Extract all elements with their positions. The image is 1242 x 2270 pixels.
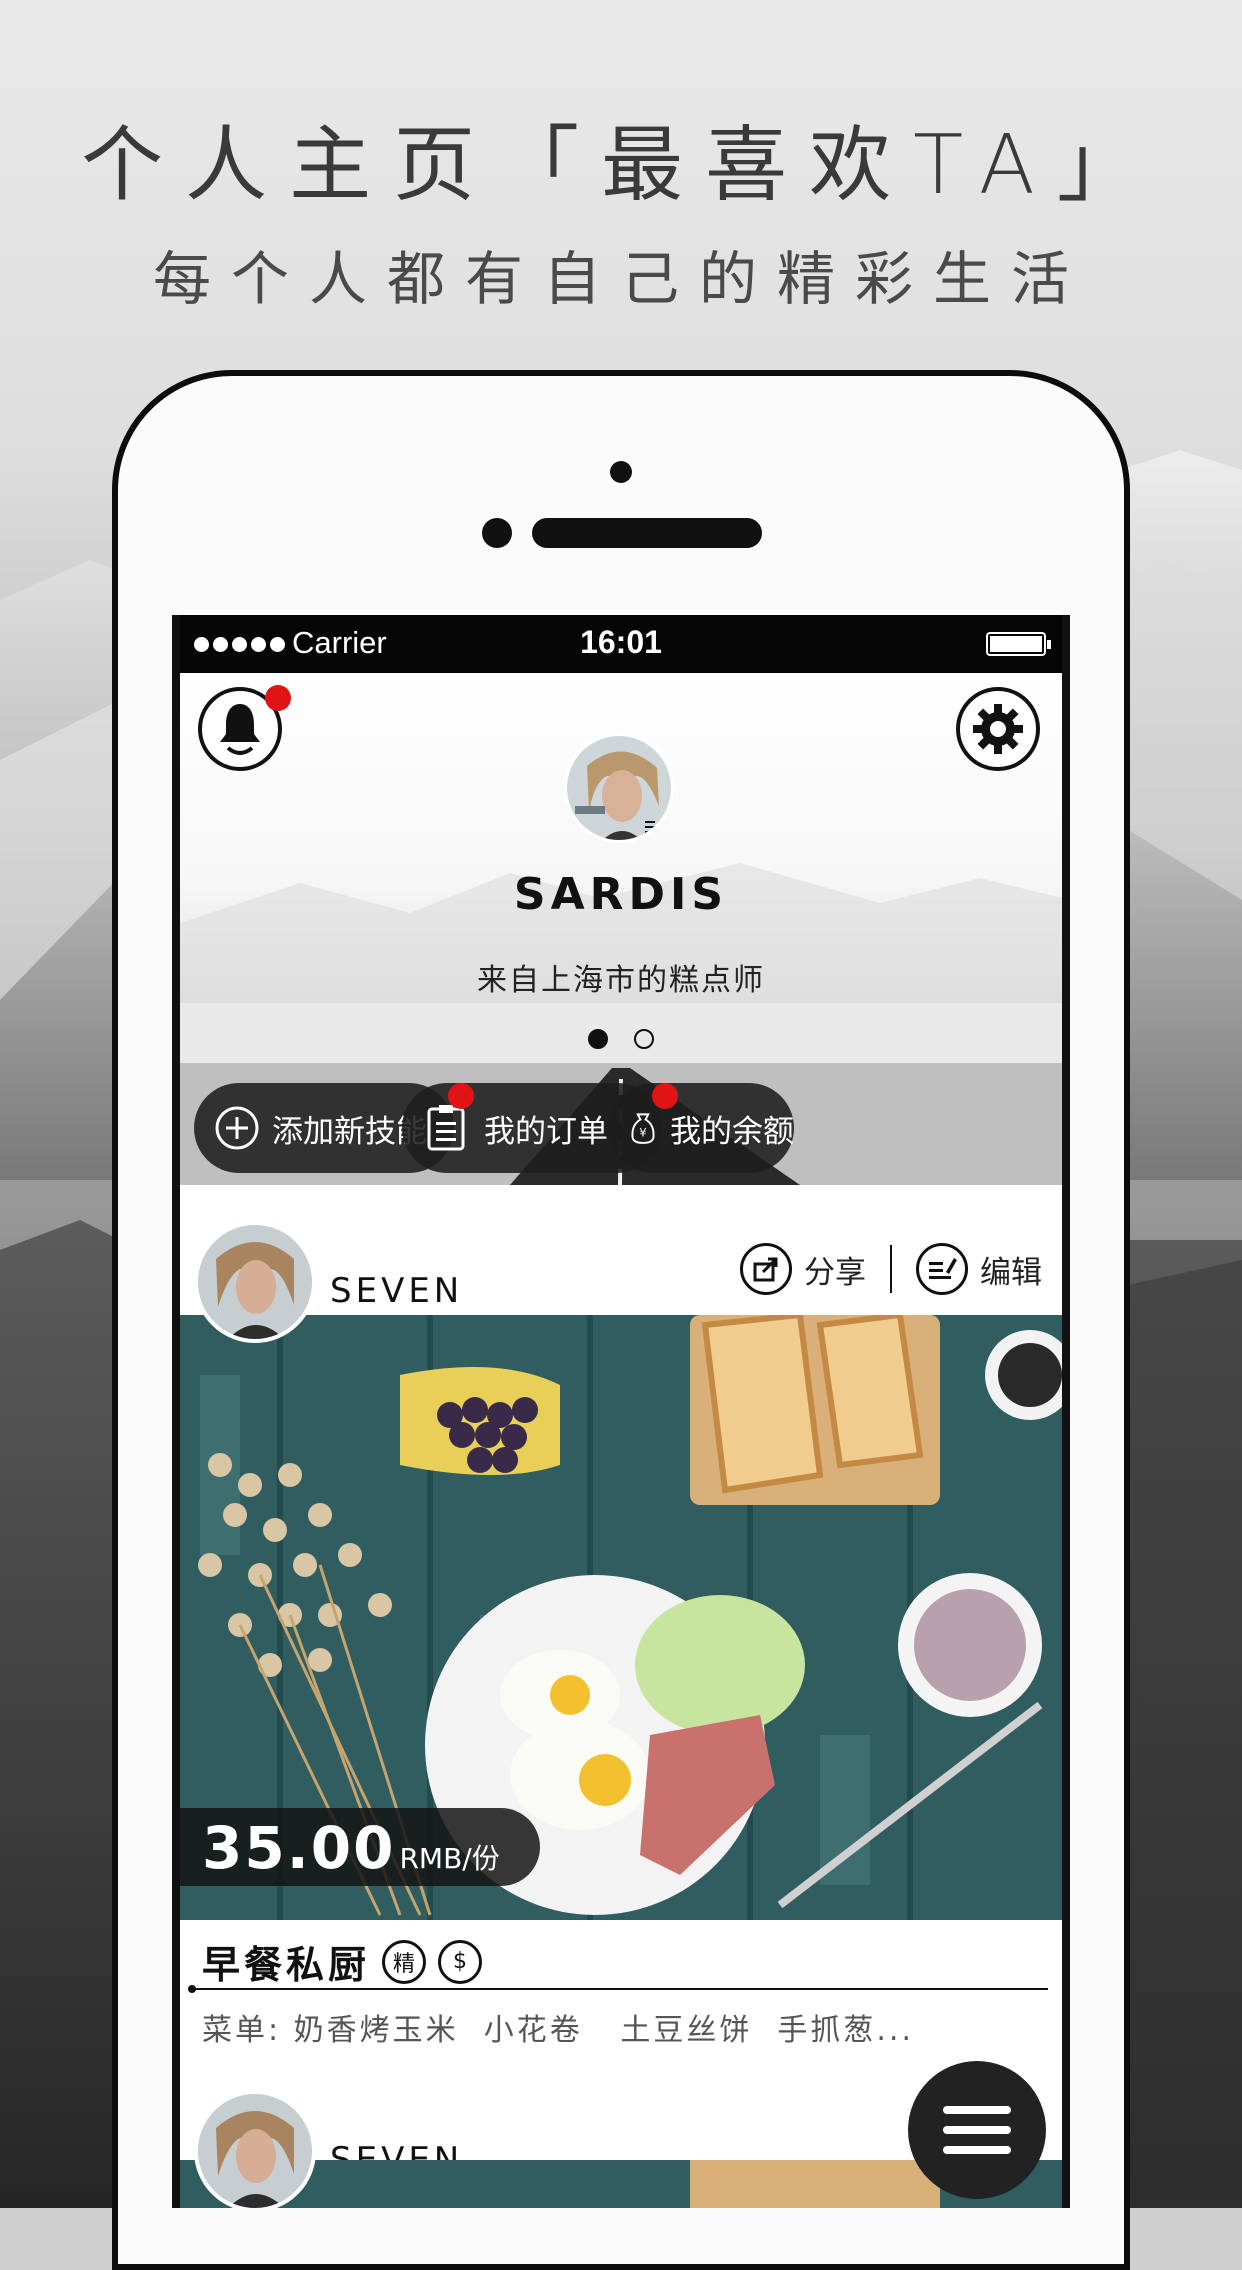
price-tag: 35.00 RMB/份: [180, 1808, 540, 1886]
feed-avatar-2[interactable]: [194, 2090, 316, 2208]
svg-text:¥: ¥: [639, 1125, 646, 1139]
listing-title-row: 早餐私厨 精 $: [202, 1934, 483, 1989]
page-dot[interactable]: [634, 1029, 654, 1049]
action-divider: [890, 1245, 892, 1293]
bell-icon: [220, 704, 260, 755]
price-value: 35.00: [202, 1814, 396, 1882]
orders-badge: [448, 1083, 474, 1109]
feed-avatar[interactable]: [194, 1221, 316, 1343]
hamburger-icon: [943, 2106, 1011, 2114]
share-button[interactable]: 分享: [740, 1243, 866, 1295]
phone-speaker: [532, 518, 762, 548]
phone-camera: [610, 461, 632, 483]
avatar-photo: [198, 1225, 312, 1339]
edit-icon: [916, 1243, 968, 1295]
listing-menu: 菜单: 奶香烤玉米 小花卷 土豆丝饼 手抓葱...: [202, 2013, 915, 2048]
edit-label: 编辑: [980, 1254, 1042, 1291]
menu-fab-button[interactable]: [908, 2061, 1046, 2199]
balance-badge: [652, 1083, 678, 1109]
promo-title: 个人主页「最喜欢TA」: [81, 118, 1161, 213]
plus-circle-icon: [215, 1106, 259, 1150]
listing-title[interactable]: 早餐私厨: [202, 1934, 370, 1989]
feed-username: SEVEN: [330, 1271, 464, 1311]
feed-item-header: SEVEN 分享 编辑: [180, 1185, 1062, 1343]
status-time: 16:01: [580, 624, 662, 660]
notification-badge: [265, 685, 291, 711]
profile-header: SARDIS 来自上海市的糕点师 添加新技能 我的订单 ¥ 我的余额: [180, 673, 1062, 1185]
settings-button[interactable]: [956, 687, 1040, 771]
avatar-photo: [198, 2094, 312, 2208]
order-list-icon: [427, 1105, 465, 1151]
share-label: 分享: [804, 1254, 866, 1291]
share-icon: [740, 1243, 792, 1295]
phone-sensor: [482, 518, 512, 548]
app-screen: Carrier 16:01 SARDIS 来自上海市的糕点师 添加新技能 我的订…: [172, 615, 1070, 2208]
money-bag-icon: ¥: [631, 1113, 655, 1144]
page-dot-active[interactable]: [588, 1029, 608, 1049]
edit-avatar-icon: [645, 818, 667, 834]
listing-divider: [188, 1985, 1048, 1993]
my-balance-button[interactable]: ¥ 我的余额: [608, 1083, 794, 1173]
money-bag-badge-icon: $: [438, 1939, 483, 1984]
my-orders-label: 我的订单: [484, 1113, 608, 1150]
profile-avatar[interactable]: [564, 733, 674, 843]
profile-bio: 来自上海市的糕点师: [477, 963, 765, 998]
promo-subtitle: 每个人都有自己的精彩生活: [152, 245, 1089, 313]
price-unit: RMB/份: [399, 1842, 500, 1875]
food-photo[interactable]: 35.00 RMB/份: [180, 1315, 1062, 1920]
status-bar: Carrier 16:01: [180, 615, 1062, 673]
my-balance-label: 我的余额: [670, 1113, 794, 1150]
page-indicator: [588, 1029, 654, 1049]
profile-name: SARDIS: [513, 869, 729, 920]
gear-icon: [973, 704, 1023, 754]
edit-button[interactable]: 编辑: [916, 1243, 1042, 1295]
battery-icon: [986, 632, 1051, 656]
featured-badge: 精: [382, 1939, 427, 1984]
feed-actions: 分享 编辑: [740, 1243, 1042, 1295]
